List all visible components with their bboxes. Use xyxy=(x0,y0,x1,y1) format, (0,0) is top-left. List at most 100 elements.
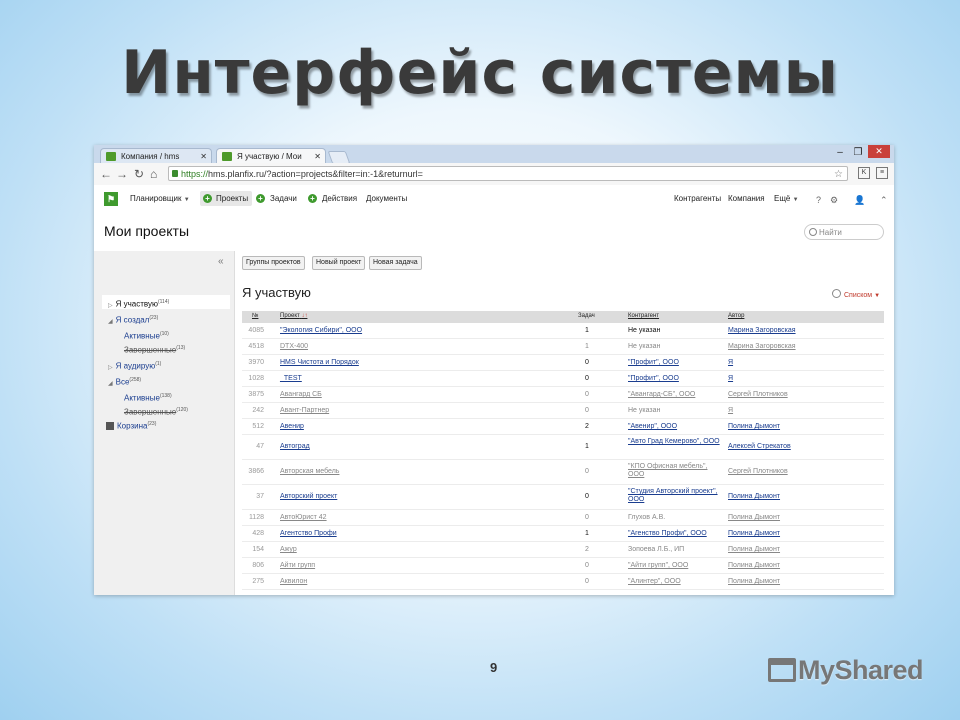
search-input[interactable]: Найти xyxy=(804,224,884,240)
menu-more[interactable]: Ещё ▼ xyxy=(774,194,799,203)
header-author[interactable]: Автор xyxy=(728,313,744,319)
restore-icon[interactable]: ❐ xyxy=(850,145,866,161)
cell-author-link[interactable]: Полина Дымонт xyxy=(728,578,780,586)
minimize-icon[interactable]: – xyxy=(832,145,848,161)
table-row[interactable]: 47 Автоград 1 "Авто Град Кемерово", ООО Алек… xyxy=(242,435,884,460)
cell-contractor[interactable]: "Авто Град Кемерово", ООО xyxy=(628,438,720,446)
view-mode-dropdown[interactable]: Списком ▼ xyxy=(832,289,880,299)
cell-author-link[interactable]: Я xyxy=(728,359,733,367)
menu-projects[interactable]: + Проекты xyxy=(200,191,253,206)
sidebar-item-all-active[interactable]: Активные(138) xyxy=(124,393,172,403)
cell-project-link[interactable]: Агентство Профи xyxy=(280,530,337,538)
cell-project-link[interactable]: HMS Чистота и Порядок xyxy=(280,359,359,367)
cell-project-link[interactable]: _TEST xyxy=(280,375,302,383)
cell-author-link[interactable]: Полина Дымонт xyxy=(728,546,780,554)
cell-author-link[interactable]: Я xyxy=(728,375,733,383)
menu-company[interactable]: Компания xyxy=(728,194,765,203)
reload-icon[interactable]: ↻ xyxy=(134,166,144,182)
user-avatar-icon[interactable]: 👤 xyxy=(854,195,865,206)
table-row[interactable]: 275 Аквилон 0 "Алинтер", ООО Полина Дымонт xyxy=(242,574,884,590)
planfix-logo-icon[interactable]: ⚑ xyxy=(104,192,118,206)
cell-author-link[interactable]: Полина Дымонт xyxy=(728,493,780,501)
cell-project-link[interactable]: Авторский проект xyxy=(280,493,337,501)
cell-author-link[interactable]: Полина Дымонт xyxy=(728,423,780,431)
cell-project-link[interactable]: Авант-Партнер xyxy=(280,407,329,415)
cell-contractor[interactable]: "Профит", ООО xyxy=(628,375,720,383)
header-tasks[interactable]: Задач xyxy=(578,313,595,319)
close-tab-icon[interactable]: ✕ xyxy=(200,149,207,164)
table-row[interactable]: 4518 DTX-400 1 Не указан Марина Загоровская xyxy=(242,339,884,355)
notifications-icon[interactable]: ⚙ xyxy=(830,195,838,206)
cell-project-link[interactable]: Ажур xyxy=(280,546,297,554)
cell-contractor[interactable]: "Профит", ООО xyxy=(628,359,720,367)
cell-project-link[interactable]: Автоград xyxy=(280,443,310,451)
cell-contractor[interactable]: "Айти групп", ООО xyxy=(628,562,720,570)
table-row[interactable]: 3970 HMS Чистота и Порядок 0 "Профит", ООО Я xyxy=(242,355,884,371)
table-row[interactable]: 242 Авант-Партнер 0 Не указан Я xyxy=(242,403,884,419)
sidebar-item-trash[interactable]: Корзина(23) xyxy=(106,421,156,431)
sidebar-item-created-active[interactable]: Активные(10) xyxy=(124,331,169,341)
cell-project-link[interactable]: АвтоЮрист 42 xyxy=(280,514,327,522)
table-row[interactable]: 3866 Авторская мебель 0 "КПО Офисная мебель… xyxy=(242,460,884,485)
table-row[interactable]: 428 Агентство Профи 1 "Агенство Профи", ООО… xyxy=(242,526,884,542)
cell-author-link[interactable]: Полина Дымонт xyxy=(728,514,780,522)
table-row[interactable]: 154 Ажур 2 Зопоева Л.Б., ИП Полина Дымонт xyxy=(242,542,884,558)
cell-author-link[interactable]: Марина Загоровская xyxy=(728,327,796,335)
table-row[interactable]: 37 Авторский проект 0 "Студия Авторский про… xyxy=(242,485,884,510)
cell-project-link[interactable]: "Экология Сибири", ООО xyxy=(280,327,362,335)
forward-arrow-icon[interactable]: → xyxy=(116,166,128,182)
sidebar-item-created[interactable]: ◢ Я создал(23) xyxy=(108,315,158,325)
close-tab-icon[interactable]: ✕ xyxy=(314,149,321,164)
cell-contractor[interactable]: "Авенир", ООО xyxy=(628,423,720,431)
table-row[interactable]: 512 Авенир 2 "Авенир", ООО Полина Дымонт xyxy=(242,419,884,435)
cell-author-link[interactable]: Алексей Стрекатов xyxy=(728,443,791,451)
sidebar-item-participating[interactable]: ▷ Я участвую(114) xyxy=(102,295,230,309)
cell-project-link[interactable]: Авторская мебель xyxy=(280,468,339,476)
collapse-sidebar-icon[interactable]: « xyxy=(218,256,224,267)
menu-icon[interactable]: ≡ xyxy=(876,167,888,179)
cell-contractor[interactable]: "Студия Авторский проект", ООО xyxy=(628,488,720,504)
cell-author-link[interactable]: Полина Дымонт xyxy=(728,562,780,570)
collapse-up-icon[interactable]: ⌃ xyxy=(880,195,888,206)
back-arrow-icon[interactable]: ← xyxy=(100,166,112,182)
table-row[interactable]: 806 Айти групп 0 "Айти групп", ООО Полина Ды… xyxy=(242,558,884,574)
new-task-button[interactable]: Новая задача xyxy=(369,256,422,270)
cell-project-link[interactable]: Аквилон xyxy=(280,578,307,586)
menu-actions[interactable]: + Действия xyxy=(308,194,357,203)
sidebar-item-all-finished[interactable]: Завершенные(120) xyxy=(124,407,188,417)
cell-author-link[interactable]: Полина Дымонт xyxy=(728,530,780,538)
browser-tab-company[interactable]: Компания / hms ✕ xyxy=(100,148,212,163)
cell-project-link[interactable]: Айти групп xyxy=(280,562,315,570)
cell-project-link[interactable]: DTX-400 xyxy=(280,343,308,351)
header-contractor[interactable]: Контрагент xyxy=(628,313,659,319)
cell-contractor[interactable]: "Алинтер", ООО xyxy=(628,578,720,586)
cell-author-link[interactable]: Марина Загоровская xyxy=(728,343,796,351)
help-icon[interactable]: ? xyxy=(816,195,821,205)
menu-planner[interactable]: Планировщик ▼ xyxy=(130,194,190,203)
cell-contractor[interactable]: "Авангард-СБ", ООО xyxy=(628,391,720,399)
window-close-button[interactable]: ✕ xyxy=(868,145,890,158)
table-row[interactable]: 1128 АвтоЮрист 42 0 Глухов А.В. Полина Дымон… xyxy=(242,510,884,526)
cell-author-link[interactable]: Сергей Плотников xyxy=(728,391,788,399)
bookmark-star-icon[interactable]: ☆ xyxy=(834,167,843,182)
header-project[interactable]: Проект ↓↑ xyxy=(280,313,307,319)
cell-project-link[interactable]: Авангард СБ xyxy=(280,391,322,399)
menu-documents[interactable]: Документы xyxy=(366,194,407,203)
table-row[interactable]: 4085 "Экология Сибири", ООО 1 Не указан Мари… xyxy=(242,323,884,339)
new-project-button[interactable]: Новый проект xyxy=(312,256,366,270)
menu-tasks[interactable]: + Задачи xyxy=(256,194,297,203)
sidebar-item-created-finished[interactable]: Завершенные(13) xyxy=(124,345,185,355)
cell-contractor[interactable]: "КПО Офисная мебель", ООО xyxy=(628,463,720,479)
home-icon[interactable]: ⌂ xyxy=(150,166,157,182)
cell-contractor[interactable]: "Агенство Профи", ООО xyxy=(628,530,720,538)
menu-contractors[interactable]: Контрагенты xyxy=(674,194,721,203)
project-groups-button[interactable]: Группы проектов xyxy=(242,256,305,270)
table-row[interactable]: 1028 _TEST 0 "Профит", ООО Я xyxy=(242,371,884,387)
address-bar[interactable]: https://hms.planfix.ru/?action=projects&… xyxy=(168,166,848,181)
browser-tab-my-projects[interactable]: Я участвую / Мои проекты ✕ xyxy=(216,148,326,176)
table-row[interactable]: 3875 Авангард СБ 0 "Авангард-СБ", ООО Сергей… xyxy=(242,387,884,403)
header-num[interactable]: № xyxy=(252,313,258,319)
cell-author-link[interactable]: Я xyxy=(728,407,733,415)
extension-icon[interactable]: K xyxy=(858,167,870,179)
cell-author-link[interactable]: Сергей Плотников xyxy=(728,468,788,476)
